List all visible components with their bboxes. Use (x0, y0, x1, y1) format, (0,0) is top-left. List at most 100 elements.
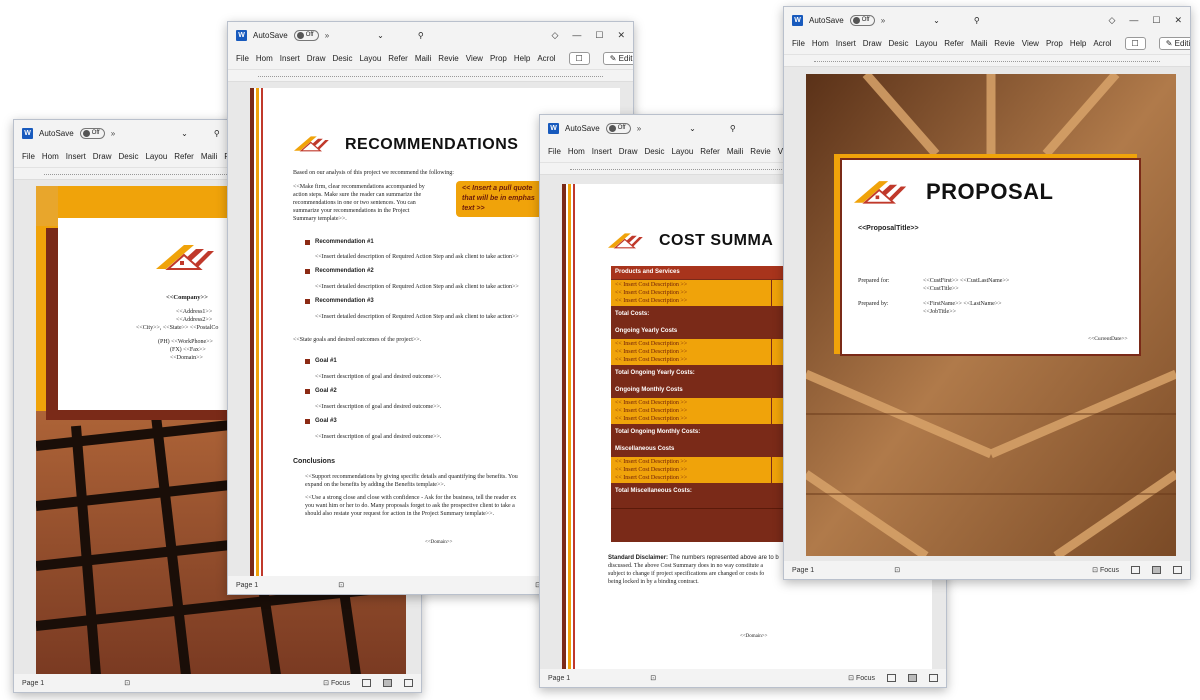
ribbon-tab[interactable]: Acrol (1093, 39, 1111, 48)
web-layout-icon[interactable] (1173, 566, 1182, 574)
domain: <<Domain>> (170, 355, 203, 361)
ribbon-tab[interactable]: Revie (994, 39, 1014, 48)
comments-icon[interactable]: ☐ (1124, 37, 1146, 50)
city-state: <<City>>, <<State>> <<PostalCo (136, 325, 219, 331)
ribbon-tab[interactable]: Draw (307, 54, 326, 63)
proofing-icon[interactable]: ⊡ (894, 566, 900, 574)
close-icon[interactable]: ✕ (617, 30, 625, 41)
ribbon-tab[interactable]: Layou (915, 39, 937, 48)
read-mode-icon[interactable] (1131, 566, 1140, 574)
ribbon-tab[interactable]: Insert (836, 39, 856, 48)
ribbon-tab[interactable]: File (548, 147, 561, 156)
editing-mode-button[interactable]: ✎ Editing (1158, 37, 1190, 50)
search-icon[interactable]: ⚲ (418, 31, 424, 40)
body-line-5: Summary template>>. (293, 216, 347, 222)
more-commands-icon[interactable]: » (325, 31, 329, 40)
ribbon-tab[interactable]: Prop (490, 54, 507, 63)
comments-icon[interactable]: ☐ (568, 52, 590, 65)
close-icon[interactable]: ✕ (1174, 15, 1182, 26)
ribbon-tab[interactable]: Refer (174, 152, 194, 161)
cost-item: << Insert Cost Description >> (615, 282, 688, 288)
ribbon-tab[interactable]: Draw (863, 39, 882, 48)
ribbon-tab[interactable]: Revie (438, 54, 458, 63)
doc-title-chevron-icon[interactable]: ⌄ (377, 31, 384, 40)
focus-button[interactable]: ⊡ Focus (1092, 566, 1119, 574)
proofing-icon[interactable]: ⊡ (338, 581, 344, 589)
ribbon-tab[interactable]: Layou (671, 147, 693, 156)
more-commands-icon[interactable]: » (637, 124, 641, 133)
ribbon-tab[interactable]: Hom (568, 147, 585, 156)
ribbon-tab[interactable]: Desic (118, 152, 138, 161)
web-layout-icon[interactable] (929, 674, 938, 682)
print-layout-icon[interactable] (908, 674, 917, 682)
page-indicator[interactable]: Page 1 (22, 680, 44, 687)
ribbon-tab[interactable]: View (1022, 39, 1039, 48)
ribbon-tab[interactable]: Insert (592, 147, 612, 156)
doc-title-chevron-icon[interactable]: ⌄ (181, 129, 188, 138)
ribbon-tab[interactable]: File (792, 39, 805, 48)
designer-icon[interactable]: ◇ (1108, 15, 1115, 26)
maximize-icon[interactable]: ☐ (595, 30, 603, 41)
ribbon-tab[interactable]: Refer (388, 54, 408, 63)
ribbon-tab[interactable]: View (466, 54, 483, 63)
search-icon[interactable]: ⚲ (974, 16, 980, 25)
ribbon-tab[interactable]: Prop (1046, 39, 1063, 48)
autosave-toggle[interactable]: Off (605, 122, 631, 134)
column-divider (771, 339, 772, 365)
read-mode-icon[interactable] (887, 674, 896, 682)
ribbon-tab[interactable]: Layou (145, 152, 167, 161)
ribbon-tab[interactable]: Desic (332, 54, 352, 63)
page-indicator[interactable]: Page 1 (236, 582, 258, 589)
ribbon-tab[interactable]: Hom (812, 39, 829, 48)
word-logo-icon: W (548, 122, 559, 134)
read-mode-icon[interactable] (362, 679, 371, 687)
proofing-icon[interactable]: ⊡ (650, 674, 656, 682)
ribbon-tab[interactable]: File (22, 152, 35, 161)
doc-title-chevron-icon[interactable]: ⌄ (689, 124, 696, 133)
page-left-stripe-dark (250, 88, 254, 578)
ribbon-tab[interactable]: Help (514, 54, 530, 63)
ribbon-tab[interactable]: Maili (415, 54, 431, 63)
maximize-icon[interactable]: ☐ (1152, 15, 1160, 26)
doc-title-chevron-icon[interactable]: ⌄ (933, 16, 940, 25)
more-commands-icon[interactable]: » (881, 16, 885, 25)
ribbon-tab[interactable]: Refer (700, 147, 720, 156)
ribbon-tab[interactable]: Hom (42, 152, 59, 161)
ribbon-tab[interactable]: Maili (201, 152, 217, 161)
print-layout-icon[interactable] (1152, 566, 1161, 574)
ribbon-tab[interactable]: File (236, 54, 249, 63)
ribbon-tab[interactable]: Insert (280, 54, 300, 63)
ruler (228, 70, 633, 82)
ribbon-tab[interactable]: Maili (727, 147, 743, 156)
ribbon-tab[interactable]: Layou (359, 54, 381, 63)
ribbon-tab[interactable]: Insert (66, 152, 86, 161)
print-layout-icon[interactable] (383, 679, 392, 687)
ribbon-tab[interactable]: Revie (750, 147, 770, 156)
page-indicator[interactable]: Page 1 (792, 567, 814, 574)
autosave-toggle[interactable]: Off (79, 127, 105, 139)
ribbon-tab[interactable]: Acrol (537, 54, 555, 63)
focus-button[interactable]: ⊡ Focus (848, 674, 875, 682)
ribbon-tab[interactable]: Draw (619, 147, 638, 156)
search-icon[interactable]: ⚲ (730, 124, 736, 133)
proofing-icon[interactable]: ⊡ (124, 679, 130, 687)
designer-icon[interactable]: ◇ (551, 30, 558, 41)
goal-2-detail: <<Insert description of goal and desired… (315, 404, 442, 410)
editing-mode-button[interactable]: ✎ Editing (602, 52, 633, 65)
minimize-icon[interactable]: — (572, 30, 581, 40)
minimize-icon[interactable]: — (1129, 15, 1138, 25)
web-layout-icon[interactable] (404, 679, 413, 687)
autosave-toggle[interactable]: Off (293, 29, 319, 41)
page-indicator[interactable]: Page 1 (548, 675, 570, 682)
ribbon-tab[interactable]: Refer (944, 39, 964, 48)
ribbon-tab[interactable]: Draw (93, 152, 112, 161)
more-commands-icon[interactable]: » (111, 129, 115, 138)
ribbon-tab[interactable]: Desic (888, 39, 908, 48)
focus-button[interactable]: ⊡ Focus (323, 679, 350, 687)
ribbon-tab[interactable]: Hom (256, 54, 273, 63)
autosave-toggle[interactable]: Off (849, 14, 875, 26)
ribbon-tab[interactable]: Help (1070, 39, 1086, 48)
ribbon-tab[interactable]: Maili (971, 39, 987, 48)
ribbon-tab[interactable]: Desic (644, 147, 664, 156)
search-icon[interactable]: ⚲ (214, 129, 220, 138)
